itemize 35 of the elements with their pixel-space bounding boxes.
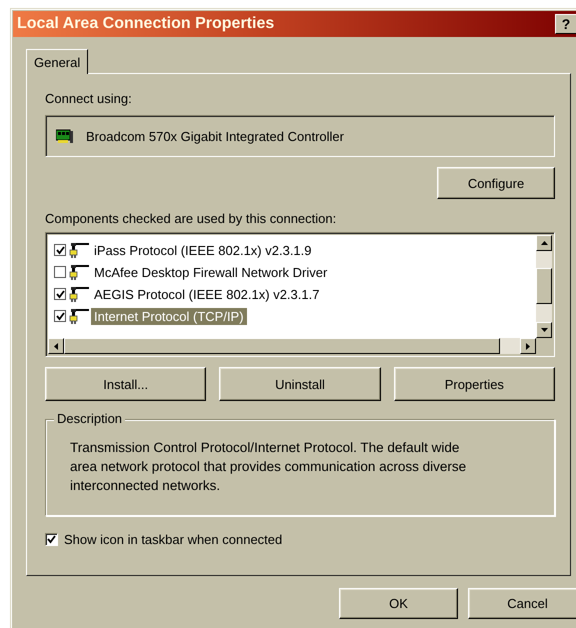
checkbox[interactable] — [54, 288, 66, 300]
adapter-name: Broadcom 570x Gigabit Integrated Controller — [86, 128, 344, 144]
component-item[interactable]: AEGIS Protocol (IEEE 802.1x) v2.3.1.7 — [91, 286, 322, 302]
configure-button[interactable]: Configure — [437, 167, 555, 199]
checkbox[interactable] — [54, 310, 66, 322]
network-component-icon — [68, 308, 90, 324]
connect-using-label: Connect using: — [45, 91, 133, 106]
component-item[interactable]: Internet Protocol (TCP/IP) — [91, 308, 247, 324]
action-button[interactable]: Install... — [45, 367, 206, 401]
network-component-icon — [68, 286, 90, 302]
description-text: Transmission Control Protocol/Internet Protocol. The default wide area network protocol that provides communication across diverse interconnected networks. — [70, 439, 468, 495]
left-arrow-icon[interactable] — [54, 342, 58, 350]
component-item[interactable]: McAfee Desktop Firewall Network Driver — [91, 264, 330, 280]
up-arrow-icon[interactable] — [540, 241, 548, 245]
show-icon-label: Show icon in taskbar when connected — [64, 532, 282, 547]
group-title: Description — [54, 411, 126, 427]
down-arrow-icon[interactable] — [540, 328, 548, 332]
checkbox[interactable] — [54, 244, 66, 256]
dialog-button[interactable]: OK — [339, 588, 458, 619]
dialog-button[interactable]: Cancel — [468, 588, 576, 619]
action-button[interactable]: Properties — [394, 367, 555, 401]
vertical-scrollbar[interactable] — [536, 235, 552, 338]
components-label: Components checked are used by this connection: — [45, 211, 338, 226]
network-component-icon — [68, 264, 90, 280]
tab[interactable]: General — [26, 49, 88, 74]
checkbox[interactable] — [45, 533, 58, 546]
network-component-icon — [68, 242, 90, 258]
window-title: Local Area Connection Properties — [17, 15, 274, 33]
network-card-icon — [56, 128, 74, 144]
checkbox[interactable] — [54, 266, 66, 278]
action-button[interactable]: Uninstall — [219, 367, 381, 401]
right-arrow-icon[interactable] — [526, 342, 530, 350]
component-item[interactable]: iPass Protocol (IEEE 802.1x) v2.3.1.9 — [91, 242, 314, 258]
help-button[interactable]: ? — [555, 14, 576, 34]
horizontal-scrollbar[interactable] — [48, 338, 536, 354]
